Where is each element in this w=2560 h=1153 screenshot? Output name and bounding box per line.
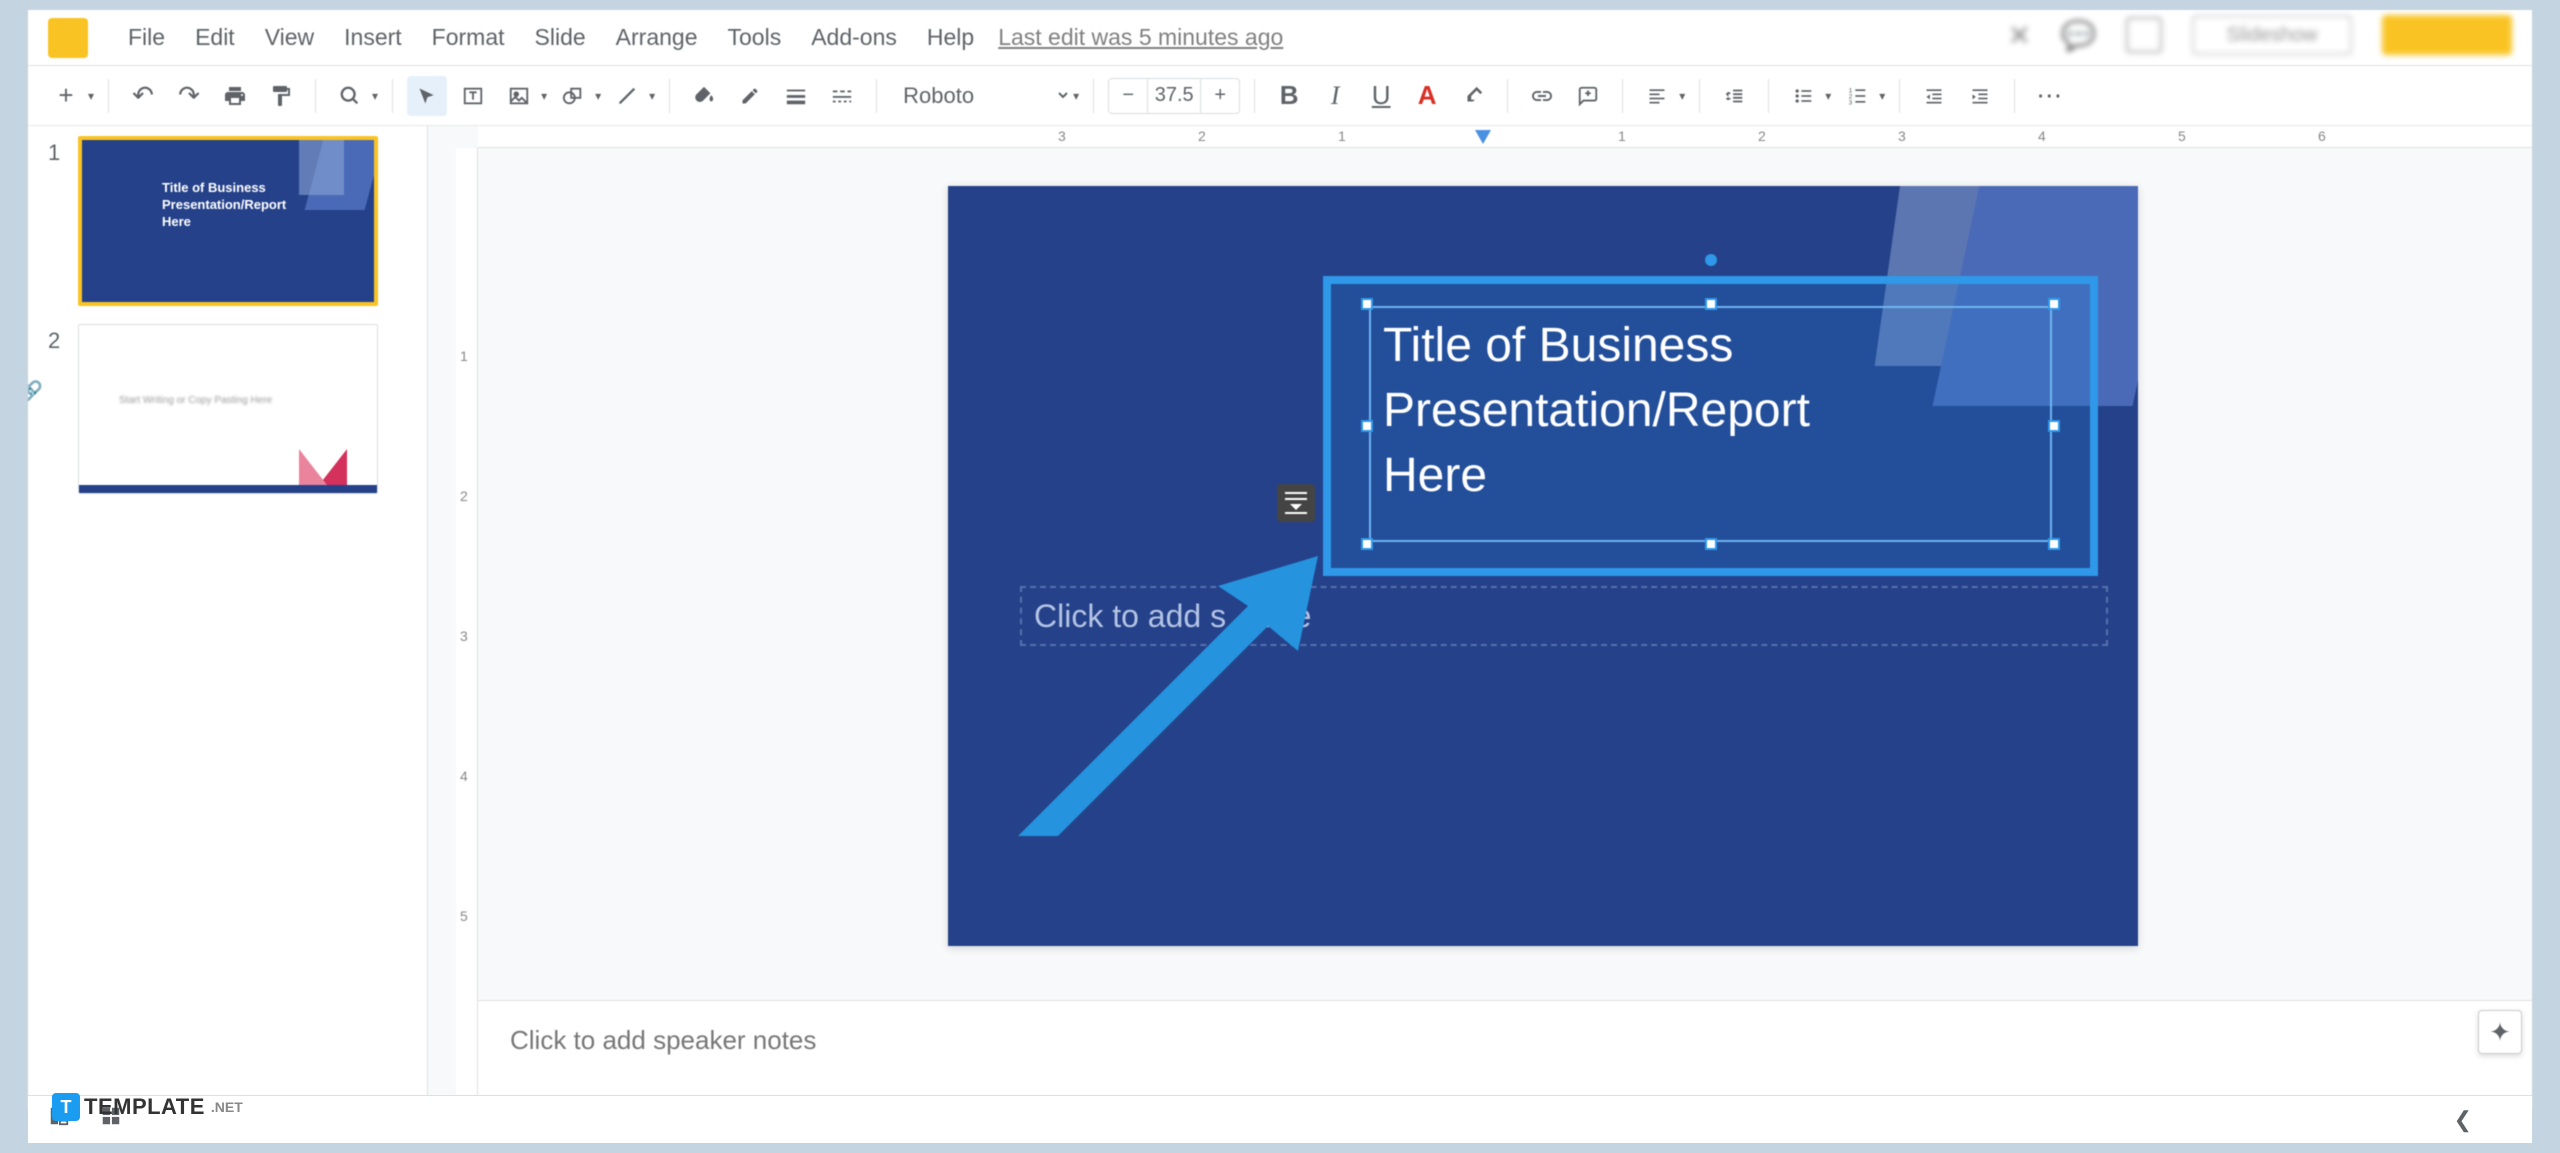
underline-button[interactable]: U	[1361, 76, 1401, 116]
chevron-down-icon[interactable]: ▾	[1879, 89, 1885, 103]
italic-button[interactable]: I	[1315, 76, 1355, 116]
watermark-brand: TEMPLATE	[84, 1094, 205, 1120]
chevron-down-icon[interactable]: ▾	[372, 89, 378, 103]
chevron-down-icon[interactable]: ▾	[88, 89, 94, 103]
watermark: T TEMPLATE .NET	[52, 1093, 243, 1121]
bold-button[interactable]: B	[1269, 76, 1309, 116]
undo-button[interactable]: ↶	[123, 76, 163, 116]
chevron-down-icon[interactable]: ▾	[1825, 89, 1831, 103]
toolbar: + ▾ ↶ ↷ ▾ ▾ ▾ ▾ Roboto	[28, 66, 2532, 126]
menu-insert[interactable]: Insert	[344, 24, 402, 51]
bottom-bar: ❮	[28, 1095, 2532, 1143]
menu-view[interactable]: View	[265, 24, 314, 51]
last-edit-link[interactable]: Last edit was 5 minutes ago	[998, 24, 1283, 51]
annotation-arrow-icon	[1018, 556, 1338, 836]
selection-handle-icon[interactable]	[2048, 298, 2060, 310]
slides-logo-icon[interactable]	[48, 18, 88, 58]
slide-thumbnail-panel: 1 Title of Business Presentation/Report …	[28, 126, 428, 1110]
thumb1-title: Title of Business Presentation/Report He…	[162, 180, 286, 231]
menu-help[interactable]: Help	[927, 24, 974, 51]
notes-resize-handle[interactable]	[1565, 126, 1605, 130]
vertical-ruler[interactable]: 1 2 3 4 5	[456, 148, 478, 1110]
new-slide-button[interactable]: +	[46, 76, 86, 116]
highlight-color-button[interactable]	[1453, 76, 1493, 116]
paint-format-button[interactable]	[261, 76, 301, 116]
selection-handle-icon[interactable]	[1705, 538, 1717, 550]
title-text[interactable]: Title of Business Presentation/Report He…	[1383, 314, 2038, 508]
increase-indent-button[interactable]	[1960, 76, 2000, 116]
slide-canvas[interactable]: Click to add subtitle Tit	[948, 186, 2138, 946]
collapse-panel-button[interactable]: ❮	[2454, 1107, 2472, 1133]
menu-edit[interactable]: Edit	[195, 24, 235, 51]
menu-tools[interactable]: Tools	[728, 24, 782, 51]
font-select[interactable]: Roboto	[891, 78, 1071, 113]
chevron-down-icon[interactable]: ▾	[649, 89, 655, 103]
thumb-number: 2	[48, 324, 78, 494]
explore-button[interactable]: ✦	[2478, 1010, 2522, 1054]
more-button[interactable]: ⋯	[2029, 76, 2069, 116]
share-button[interactable]	[2382, 15, 2512, 55]
decrease-font-button[interactable]: −	[1109, 78, 1147, 114]
close-icon[interactable]: ✕	[2008, 19, 2031, 52]
bullet-list-button[interactable]	[1783, 76, 1823, 116]
border-dash-button[interactable]	[822, 76, 862, 116]
border-weight-button[interactable]	[776, 76, 816, 116]
slide-thumbnail-2[interactable]: Start Writing or Copy Pasting Here	[78, 324, 378, 494]
increase-font-button[interactable]: +	[1201, 78, 1239, 114]
chevron-down-icon[interactable]: ▾	[1073, 89, 1079, 103]
insert-comment-button[interactable]	[1568, 76, 1608, 116]
fill-color-button[interactable]	[684, 76, 724, 116]
rotate-handle-icon[interactable]	[1705, 254, 1717, 266]
numbered-list-button[interactable]: 123	[1837, 76, 1877, 116]
selection-handle-icon[interactable]	[1705, 298, 1717, 310]
font-size-value[interactable]: 37.5	[1147, 78, 1201, 114]
select-tool-button[interactable]	[407, 76, 447, 116]
link-icon: 🔗	[28, 379, 43, 404]
ruler-indent-marker-icon[interactable]	[1473, 128, 1493, 146]
redo-button[interactable]: ↷	[169, 76, 209, 116]
print-button[interactable]	[215, 76, 255, 116]
title-textbox-selection[interactable]: Title of Business Presentation/Report He…	[1323, 276, 2098, 576]
menu-format[interactable]: Format	[432, 24, 505, 51]
canvas-area[interactable]: 3 2 1 1 2 3 4 5 6 1 2 3 4 5	[428, 126, 2532, 1110]
selection-handle-icon[interactable]	[1361, 538, 1373, 550]
slide-thumbnail-1[interactable]: Title of Business Presentation/Report He…	[78, 136, 378, 306]
selection-handle-icon[interactable]	[1361, 298, 1373, 310]
textbox-button[interactable]	[453, 76, 493, 116]
zoom-button[interactable]	[330, 76, 370, 116]
comment-icon[interactable]: 💬	[2061, 19, 2096, 52]
selection-handle-icon[interactable]	[1361, 420, 1373, 432]
line-button[interactable]	[607, 76, 647, 116]
text-color-button[interactable]: A	[1407, 76, 1447, 116]
chevron-down-icon[interactable]: ▾	[595, 89, 601, 103]
slideshow-button[interactable]: Slideshow	[2192, 15, 2352, 55]
autofit-icon[interactable]	[1277, 484, 1315, 522]
shape-button[interactable]	[553, 76, 593, 116]
menu-slide[interactable]: Slide	[535, 24, 586, 51]
speaker-notes-input[interactable]: Click to add speaker notes	[478, 1000, 2532, 1110]
insert-link-button[interactable]	[1522, 76, 1562, 116]
top-right-controls: ✕ 💬 Slideshow	[2008, 15, 2512, 55]
template-logo-icon: T	[52, 1093, 80, 1121]
present-icon[interactable]	[2126, 17, 2162, 53]
image-button[interactable]	[499, 76, 539, 116]
menu-addons[interactable]: Add-ons	[811, 24, 897, 51]
horizontal-ruler[interactable]: 3 2 1 1 2 3 4 5 6	[478, 126, 2532, 148]
chevron-down-icon[interactable]: ▾	[1679, 89, 1685, 103]
menu-bar: File Edit View Insert Format Slide Arran…	[28, 10, 2532, 66]
thumb-number: 1	[48, 136, 78, 306]
svg-text:3: 3	[1849, 99, 1853, 106]
align-button[interactable]	[1637, 76, 1677, 116]
selection-handle-icon[interactable]	[2048, 538, 2060, 550]
chevron-down-icon[interactable]: ▾	[541, 89, 547, 103]
border-color-button[interactable]	[730, 76, 770, 116]
watermark-net: .NET	[211, 1099, 243, 1115]
menu-file[interactable]: File	[128, 24, 165, 51]
decrease-indent-button[interactable]	[1914, 76, 1954, 116]
thumb2-text: Start Writing or Copy Pasting Here	[119, 395, 272, 406]
selection-handle-icon[interactable]	[2048, 420, 2060, 432]
menu-arrange[interactable]: Arrange	[616, 24, 698, 51]
line-spacing-button[interactable]	[1714, 76, 1754, 116]
font-size-stepper[interactable]: − 37.5 +	[1108, 78, 1240, 114]
